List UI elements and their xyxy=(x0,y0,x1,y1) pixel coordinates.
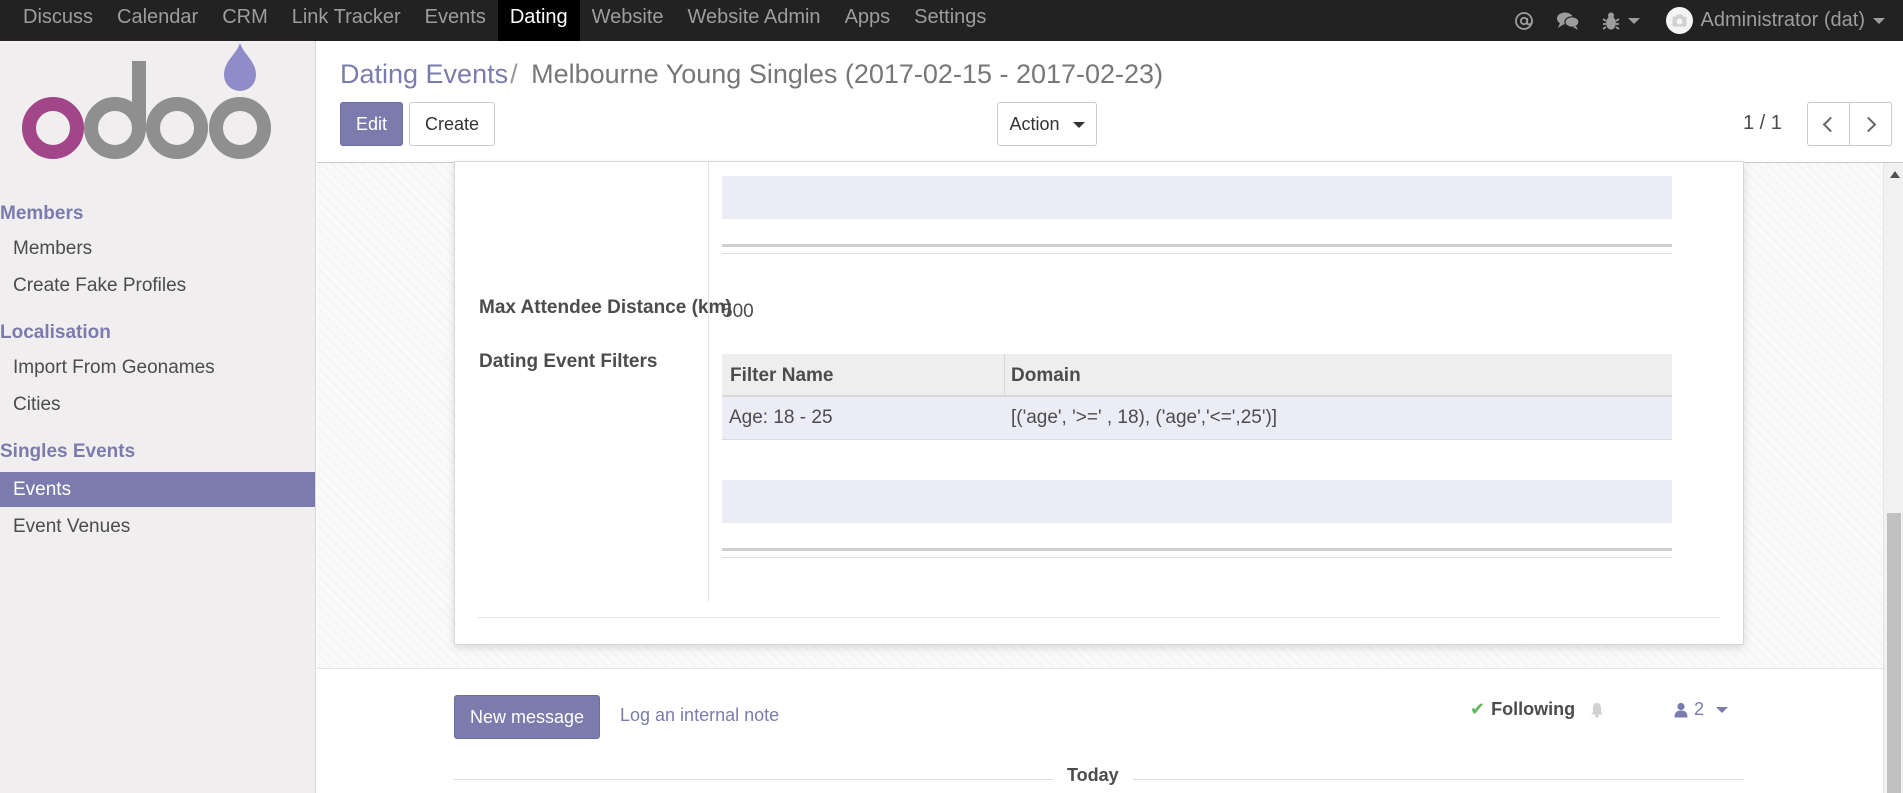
at-icon[interactable] xyxy=(1514,11,1534,31)
log-note-link[interactable]: Log an internal note xyxy=(620,705,779,726)
create-button[interactable]: Create xyxy=(409,102,495,146)
table-header: Filter Name Domain xyxy=(722,354,1672,397)
new-message-button[interactable]: New message xyxy=(454,695,600,739)
top-navbar: Discuss Calendar CRM Link Tracker Events… xyxy=(0,0,1903,41)
column-header-filter-name[interactable]: Filter Name xyxy=(722,354,1005,395)
chevron-down-icon xyxy=(1716,706,1729,713)
app-events[interactable]: Events xyxy=(413,0,498,41)
action-dropdown[interactable]: Action xyxy=(997,102,1097,146)
odoo-logo[interactable] xyxy=(22,41,282,169)
check-icon: ✔ xyxy=(1470,699,1486,719)
sidebar-item-events[interactable]: Events xyxy=(0,472,315,507)
sidebar-item-cities[interactable]: Cities xyxy=(0,387,315,422)
sidebar-section-localisation: Localisation xyxy=(0,322,111,343)
followers-count: 2 xyxy=(1694,699,1705,719)
following-label: Following xyxy=(1491,699,1576,719)
app-website[interactable]: Website xyxy=(580,0,676,41)
column-header-domain[interactable]: Domain xyxy=(1005,354,1672,395)
cell-filter-name: Age: 18 - 25 xyxy=(729,407,833,428)
chatter: New message Log an internal note ✔ Follo… xyxy=(317,668,1883,793)
app-website-admin[interactable]: Website Admin xyxy=(676,0,833,41)
sidebar-item-event-venues[interactable]: Event Venues xyxy=(0,509,315,544)
max-distance-value: 500 xyxy=(722,301,754,322)
pager-value[interactable]: 1 / 1 xyxy=(1743,112,1782,135)
user-name: Administrator (dat) xyxy=(1700,9,1866,31)
app-discuss[interactable]: Discuss xyxy=(11,0,105,41)
bell-icon[interactable] xyxy=(1589,702,1605,718)
avatar xyxy=(1665,7,1693,34)
systray: Administrator (dat) xyxy=(1492,0,1885,41)
table-row[interactable]: Age: 18 - 25 [('age', '>=' , 18), ('age'… xyxy=(722,397,1672,440)
sidebar: Members Members Create Fake Profiles Loc… xyxy=(0,41,316,793)
filters-label: Dating Event Filters xyxy=(479,351,658,372)
cell-domain: [('age', '>=' , 18), ('age','<=',25')] xyxy=(1011,407,1278,428)
filters-table: Filter Name Domain Age: 18 - 25 [('age',… xyxy=(722,354,1672,440)
control-panel: Dating Events/ Melbourne Young Singles (… xyxy=(317,41,1903,163)
app-calendar[interactable]: Calendar xyxy=(105,0,210,41)
edit-button[interactable]: Edit xyxy=(340,102,403,146)
bug-icon[interactable] xyxy=(1602,11,1640,31)
breadcrumb-separator: / xyxy=(510,59,518,89)
sidebar-section-members: Members xyxy=(0,203,84,224)
breadcrumb-parent-link[interactable]: Dating Events xyxy=(340,59,508,89)
page-title: Melbourne Young Singles (2017-02-15 - 20… xyxy=(531,59,1164,89)
following-button[interactable]: ✔ Following xyxy=(1470,699,1605,720)
date-separator-label: Today xyxy=(1053,765,1133,786)
max-distance-label: Max Attendee Distance (km) xyxy=(479,297,732,318)
filters-table-footer xyxy=(722,548,1672,558)
pager-next-button[interactable] xyxy=(1849,102,1892,146)
form-view: Max Attendee Distance (km) 500 Dating Ev… xyxy=(317,161,1883,793)
form-sheet: Max Attendee Distance (km) 500 Dating Ev… xyxy=(454,161,1744,645)
label-column-divider xyxy=(708,162,709,602)
chevron-down-icon xyxy=(1873,17,1885,24)
chevron-right-icon xyxy=(1860,116,1877,132)
scroll-up-arrow-icon[interactable] xyxy=(1890,171,1900,178)
scrollbar[interactable] xyxy=(1883,163,1903,793)
chevron-down-icon xyxy=(1627,17,1640,24)
sidebar-item-create-fake-profiles[interactable]: Create Fake Profiles xyxy=(0,268,315,303)
chat-icon[interactable] xyxy=(1556,11,1580,31)
scroll-thumb[interactable] xyxy=(1887,513,1901,793)
action-label: Action xyxy=(1009,114,1060,134)
chevron-left-icon xyxy=(1822,116,1839,132)
app-link-tracker[interactable]: Link Tracker xyxy=(280,0,413,41)
sidebar-section-singles-events: Singles Events xyxy=(0,441,136,462)
user-menu[interactable]: Administrator (dat) xyxy=(1665,7,1885,34)
chevron-down-icon xyxy=(1072,122,1085,129)
sidebar-item-import-from-geonames[interactable]: Import From Geonames xyxy=(0,350,315,385)
sheet-separator xyxy=(478,617,1720,618)
previous-table-footer xyxy=(722,244,1672,254)
followers-button[interactable]: 2 xyxy=(1674,699,1729,720)
filters-table-empty-row xyxy=(722,480,1672,523)
breadcrumb: Dating Events/ Melbourne Young Singles (… xyxy=(340,59,1163,90)
app-dating[interactable]: Dating xyxy=(497,0,580,41)
app-apps[interactable]: Apps xyxy=(833,0,903,41)
user-icon xyxy=(1674,702,1688,718)
app-settings[interactable]: Settings xyxy=(902,0,998,41)
pager-previous-button[interactable] xyxy=(1807,102,1850,146)
app-menu: Discuss Calendar CRM Link Tracker Events… xyxy=(11,0,998,41)
sidebar-item-members[interactable]: Members xyxy=(0,231,315,266)
previous-table-row xyxy=(722,176,1672,219)
app-crm[interactable]: CRM xyxy=(210,0,280,41)
